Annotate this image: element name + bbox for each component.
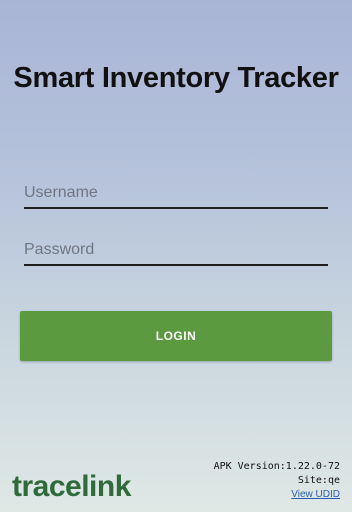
view-udid-link[interactable]: View UDID [291, 489, 340, 500]
apk-version-text: APK Version:1.22.0-72 [213, 461, 340, 472]
logo-text: tracelink [12, 470, 131, 503]
site-text: Site:qe [297, 475, 340, 486]
tracelink-logo: tracelink [12, 470, 131, 504]
password-input[interactable] [24, 236, 328, 266]
username-input[interactable] [24, 179, 328, 209]
app-title: Smart Inventory Tracker [13, 62, 339, 94]
login-button[interactable]: LOGIN [20, 311, 332, 361]
version-info: APK Version:1.22.0-72 Site:qe View UDID [214, 460, 340, 502]
